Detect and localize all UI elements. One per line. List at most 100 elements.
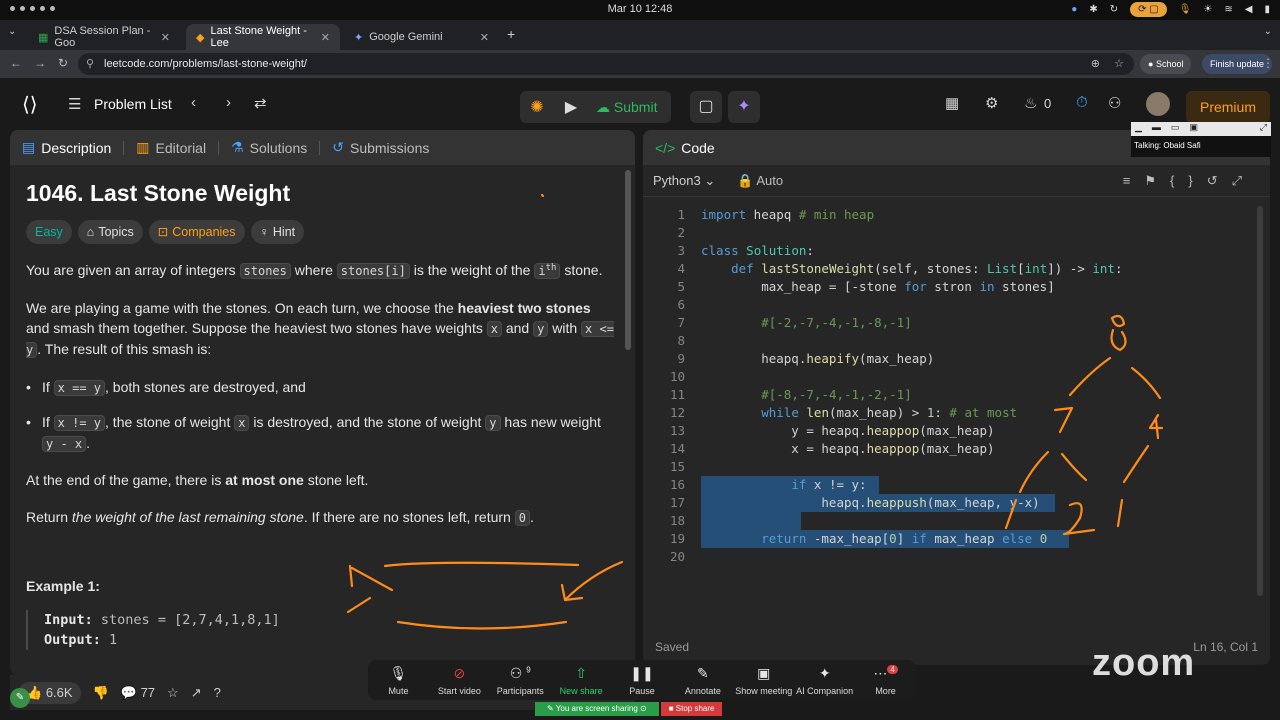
mic-icon[interactable]: 🎙: [1179, 4, 1192, 15]
reset-icon[interactable]: ↺: [1207, 173, 1232, 188]
share-icon[interactable]: ↗: [191, 685, 202, 701]
tab-menu-chevron-icon[interactable]: ⌄: [8, 26, 16, 37]
code-line[interactable]: 19 return -max_heap[0] if max_heap else …: [643, 530, 1255, 548]
editor-scrollbar[interactable]: [1257, 206, 1263, 596]
url-field[interactable]: ⚲ leetcode.com/problems/last-stone-weigh…: [78, 53, 1134, 75]
tab-search-icon[interactable]: ⌄: [1264, 26, 1272, 37]
participants-button[interactable]: ⚇ 9 Participants: [490, 660, 551, 700]
prev-problem-icon[interactable]: ‹: [191, 94, 196, 111]
timer-icon[interactable]: ⏱: [1076, 94, 1088, 111]
browser-menu-icon[interactable]: ⋮: [1262, 56, 1274, 70]
auto-mode-toggle[interactable]: 🔒 Auto: [737, 173, 783, 189]
reload-icon[interactable]: ↻: [58, 56, 68, 70]
code-line[interactable]: 6: [643, 296, 1255, 314]
notes-icon[interactable]: ▢: [690, 91, 722, 123]
next-problem-icon[interactable]: ›: [226, 94, 231, 111]
code-line[interactable]: 20: [643, 548, 1255, 566]
code-editor[interactable]: 1 import heapq # min heap 2 3 class Solution…: [643, 206, 1255, 626]
tab-editorial[interactable]: ▥ Editorial: [124, 139, 218, 156]
code-line[interactable]: 2: [643, 224, 1255, 242]
code-line[interactable]: 12 while len(max_heap) > 1: # at most: [643, 404, 1255, 422]
new-tab-button[interactable]: +: [507, 26, 515, 42]
code-line[interactable]: 5 max_heap = [-stone for stron in stones…: [643, 278, 1255, 296]
tab-last-stone-weight[interactable]: ◆ Last Stone Weight - Lee ✕: [186, 24, 340, 50]
expand-icon[interactable]: ⤢: [1232, 173, 1256, 188]
add-friend-icon[interactable]: ⚇: [1108, 94, 1121, 112]
help-icon[interactable]: ?: [214, 685, 221, 700]
code-line[interactable]: 7 #[-2,-7,-4,-1,-8,-1]: [643, 314, 1255, 332]
code-line[interactable]: 11 #[-8,-7,-4,-1,-2,-1]: [643, 386, 1255, 404]
wifi-icon[interactable]: ≋: [1224, 4, 1232, 15]
show-meeting-button[interactable]: ▣ Show meeting: [733, 660, 794, 700]
shuffle-icon[interactable]: ⇄: [254, 94, 267, 112]
leetcode-logo-icon[interactable]: ⟨⟩: [22, 92, 38, 117]
braces-icon[interactable]: {}: [1170, 173, 1207, 188]
forward-icon[interactable]: →: [34, 56, 46, 70]
tab-description[interactable]: ▤ Description: [10, 139, 123, 156]
battery-icon[interactable]: ▮: [1264, 4, 1270, 15]
code-line[interactable]: 14 x = heapq.heappop(max_heap): [643, 440, 1255, 458]
tab-submissions[interactable]: ↺ Submissions: [320, 139, 441, 156]
layout-icon[interactable]: ▦: [945, 94, 959, 112]
format-icon[interactable]: ≡: [1123, 173, 1145, 188]
profile-button[interactable]: ● School: [1140, 54, 1192, 74]
code-line[interactable]: 15: [643, 458, 1255, 476]
start-video-button[interactable]: ⊘ Start video: [429, 660, 490, 700]
code-line[interactable]: 9 heapq.heapify(max_heap): [643, 350, 1255, 368]
screen-share-pill[interactable]: ⟳ ▢: [1130, 2, 1167, 17]
code-line[interactable]: 4 def lastStoneWeight(self, stones: List…: [643, 260, 1255, 278]
code-line[interactable]: 16 if x != y:: [643, 476, 1255, 494]
refresh-icon[interactable]: ↻: [1110, 4, 1118, 15]
ai-companion-button[interactable]: ✦ AI Companion: [794, 660, 855, 700]
annotate-button[interactable]: ✎ Annotate: [672, 660, 733, 700]
hint-chip[interactable]: ♀ Hint: [250, 220, 305, 244]
tab-code[interactable]: </> Code: [643, 140, 727, 156]
avatar[interactable]: [1146, 92, 1170, 116]
view-gallery-icon[interactable]: ▣: [1189, 122, 1198, 136]
close-tab-icon[interactable]: ✕: [161, 31, 170, 44]
ai-sparkle-icon[interactable]: ✦: [728, 91, 760, 123]
debug-icon[interactable]: ✺: [520, 97, 554, 117]
stop-share-button[interactable]: ■ Stop share: [660, 702, 723, 716]
pause-share-button[interactable]: ❚❚ Pause: [612, 660, 673, 700]
code-line[interactable]: 3 class Solution:: [643, 242, 1255, 260]
view-strip-icon[interactable]: ▬: [1152, 122, 1161, 136]
back-icon[interactable]: ←: [10, 56, 22, 70]
scrollbar[interactable]: [625, 170, 631, 350]
code-line[interactable]: 17 heapq.heappush(max_heap, y-x): [643, 494, 1255, 512]
bug-icon[interactable]: ✱: [1089, 4, 1097, 15]
tab-google-gemini[interactable]: ✦ Google Gemini ✕: [344, 24, 499, 50]
topics-chip[interactable]: ⌂ Topics: [77, 220, 143, 244]
new-share-button[interactable]: ⇧ New share: [551, 660, 612, 700]
close-tab-icon[interactable]: ✕: [480, 31, 489, 44]
more-button[interactable]: ⋯ 4 More: [855, 660, 916, 700]
volume-icon[interactable]: ◀: [1245, 4, 1253, 15]
pencil-icon[interactable]: ✎: [10, 688, 30, 708]
tab-solutions[interactable]: ⚗ Solutions: [219, 139, 319, 156]
zoom-tray-icon[interactable]: ●: [1071, 4, 1077, 15]
code-line[interactable]: 8: [643, 332, 1255, 350]
site-info-icon[interactable]: ⚲: [86, 53, 94, 75]
code-line[interactable]: 1 import heapq # min heap: [643, 206, 1255, 224]
companies-chip[interactable]: ⊡ Companies: [148, 220, 245, 244]
tab-dsa-session-plan[interactable]: ▦ DSA Session Plan - Goo ✕: [28, 24, 180, 50]
zoom-lens-icon[interactable]: ⊕: [1091, 53, 1100, 75]
brightness-icon[interactable]: ☀: [1203, 4, 1212, 15]
star-icon[interactable]: ☆: [167, 685, 179, 701]
settings-gear-icon[interactable]: ⚙: [985, 94, 998, 112]
bookmark-star-icon[interactable]: ☆: [1114, 53, 1124, 75]
mute-button[interactable]: 🎙 Mute: [368, 660, 429, 700]
close-tab-icon[interactable]: ✕: [321, 31, 330, 44]
premium-button[interactable]: Premium: [1186, 91, 1270, 123]
language-select[interactable]: Python3 ⌄: [653, 173, 715, 189]
view-speaker-icon[interactable]: ▭: [1171, 122, 1180, 136]
code-line[interactable]: 13 y = heapq.heappop(max_heap): [643, 422, 1255, 440]
comments-button[interactable]: 💬 77: [121, 685, 155, 701]
view-minimize-icon[interactable]: ▁: [1135, 122, 1142, 136]
code-line[interactable]: 10: [643, 368, 1255, 386]
problem-list-link[interactable]: Problem List: [94, 96, 172, 112]
bookmark-icon[interactable]: ⚑: [1144, 173, 1170, 188]
dislike-icon[interactable]: 👎: [93, 685, 109, 701]
code-line[interactable]: 18: [643, 512, 1255, 530]
fullscreen-icon[interactable]: ⤢: [1260, 122, 1267, 136]
